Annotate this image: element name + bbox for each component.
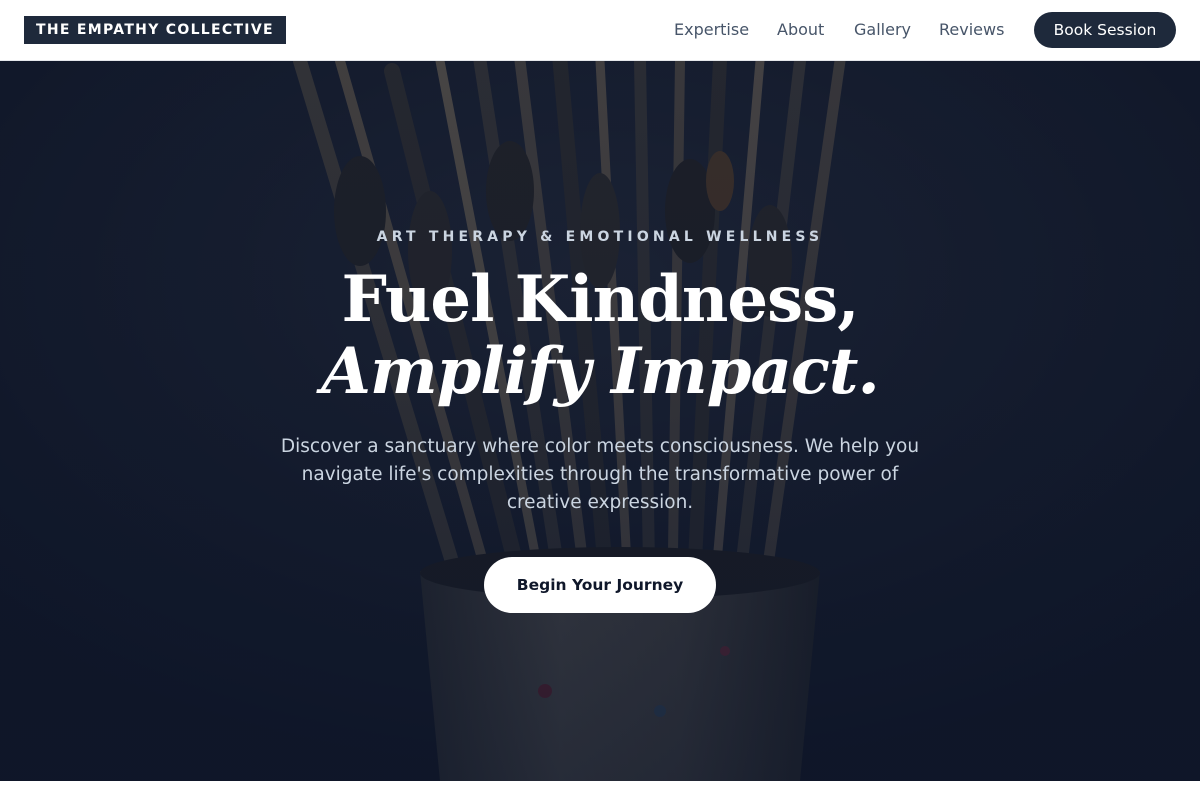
top-navigation: THE EMPATHY COLLECTIVE Expertise About G… [0,0,1200,61]
hero-eyebrow: ART THERAPY & EMOTIONAL WELLNESS [376,229,824,245]
hero-headline-line-1: Fuel Kindness, [341,262,860,337]
brand-logo[interactable]: THE EMPATHY COLLECTIVE [24,16,286,44]
hero-dark-overlay [0,61,1200,781]
hero-section: ART THERAPY & EMOTIONAL WELLNESS Fuel Ki… [0,61,1200,781]
nav-link-about[interactable]: About [777,19,824,41]
begin-journey-button[interactable]: Begin Your Journey [484,557,716,613]
nav-link-expertise[interactable]: Expertise [674,19,749,41]
nav-link-gallery[interactable]: Gallery [854,19,911,41]
book-session-button[interactable]: Book Session [1034,12,1176,48]
hero-description: Discover a sanctuary where color meets c… [280,436,920,513]
hero-headline: Fuel Kindness, Amplify Impact. [0,264,1200,408]
nav-link-reviews[interactable]: Reviews [939,19,1004,41]
hero-headline-line-2: Amplify Impact. [321,334,879,409]
